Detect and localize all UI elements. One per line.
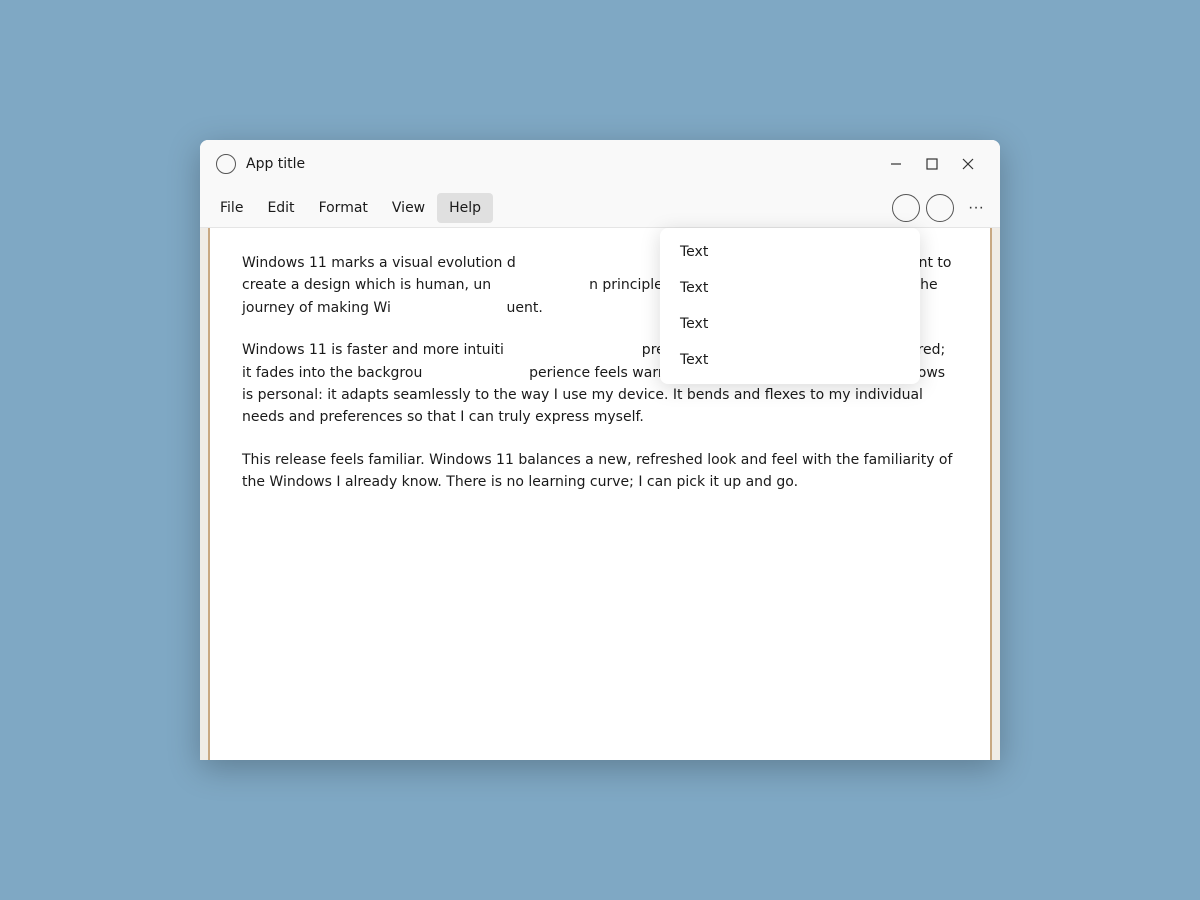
menu-view[interactable]: View xyxy=(380,193,437,223)
menu-file[interactable]: File xyxy=(208,193,255,223)
menu-format[interactable]: Format xyxy=(307,193,380,223)
circle-button-1[interactable] xyxy=(892,194,920,222)
right-margin xyxy=(990,228,1000,760)
help-dropdown-menu: Text Text Text Text xyxy=(660,228,920,384)
menubar: File Edit Format View Help ··· Text Text… xyxy=(200,188,1000,228)
menu-edit[interactable]: Edit xyxy=(255,193,306,223)
dropdown-item-1[interactable]: Text xyxy=(660,234,920,270)
close-button[interactable] xyxy=(952,148,984,180)
window-title: App title xyxy=(246,156,880,172)
left-margin xyxy=(200,228,210,760)
maximize-button[interactable] xyxy=(916,148,948,180)
menu-help[interactable]: Help xyxy=(437,193,493,223)
minimize-button[interactable] xyxy=(880,148,912,180)
dropdown-item-2[interactable]: Text xyxy=(660,270,920,306)
circle-button-2[interactable] xyxy=(926,194,954,222)
paragraph-3: This release feels familiar. Windows 11 … xyxy=(242,449,958,494)
menubar-right-controls: ··· xyxy=(892,194,992,222)
more-options-button[interactable]: ··· xyxy=(960,194,992,222)
window-controls xyxy=(880,148,984,180)
dropdown-item-4[interactable]: Text xyxy=(660,342,920,378)
app-window: App title File Edit Format xyxy=(200,140,1000,760)
app-icon xyxy=(216,154,236,174)
titlebar: App title xyxy=(200,140,1000,188)
dropdown-item-3[interactable]: Text xyxy=(660,306,920,342)
